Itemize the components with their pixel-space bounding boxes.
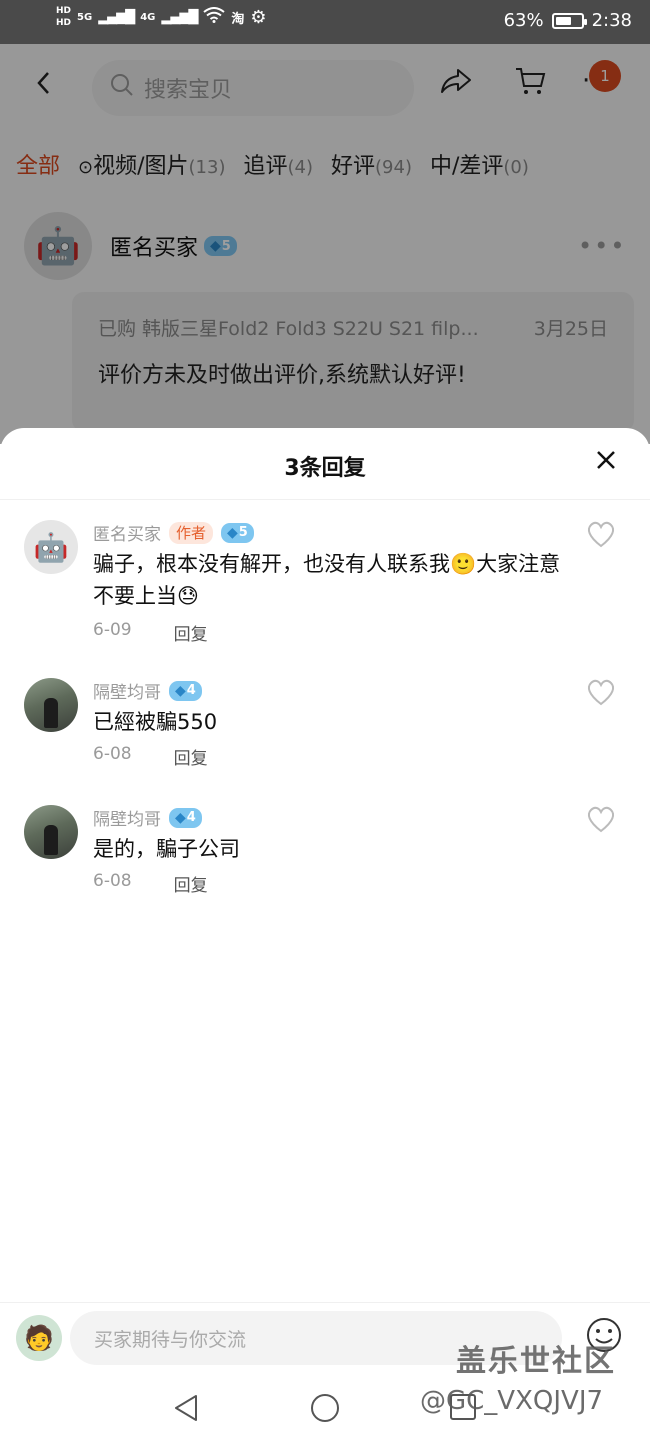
status-bar: HD HD 5G ▂▄▆█ 4G ▂▄▆█ 淘 ⚙ 63% 2:38 bbox=[0, 0, 650, 44]
sheet-title: 3条回复 bbox=[284, 456, 366, 481]
reply-footer: 6-09 回复 bbox=[93, 620, 208, 645]
signal-5g-label: 5G bbox=[77, 11, 93, 23]
battery-fill bbox=[555, 16, 571, 25]
reply-date: 6-08 bbox=[93, 744, 132, 764]
reply-date: 6-09 bbox=[93, 620, 132, 640]
reply-item: 🤖 匿名买家 作者 ◆ 5 骗子，根本没有解开，也没有人联系我🙂大家注意不要上当😓… bbox=[24, 520, 624, 650]
battery-percent: 63% bbox=[503, 10, 544, 31]
like-heart-icon[interactable] bbox=[586, 678, 616, 714]
nav-back-icon[interactable] bbox=[170, 1392, 202, 1424]
signal-bars-icon: ▂▄▆█ bbox=[98, 9, 135, 25]
vip-level-badge: ◆ 4 bbox=[169, 807, 202, 828]
reply-author-name: 隔壁均哥 bbox=[93, 683, 161, 703]
reply-header: 隔壁均哥 ◆ 4 bbox=[93, 678, 202, 703]
user-photo-avatar bbox=[24, 805, 78, 859]
reply-button[interactable]: 回复 bbox=[174, 871, 208, 896]
reply-text: 是的，騙子公司 bbox=[93, 837, 240, 861]
vip-level-number: 4 bbox=[186, 810, 196, 825]
person-silhouette-icon bbox=[44, 698, 58, 728]
reply-footer: 6-08 回复 bbox=[93, 744, 208, 769]
reply-footer: 6-08 回复 bbox=[93, 871, 208, 896]
watermark-handle: @GC_VXQJVJ7 bbox=[420, 1386, 604, 1416]
signal-4g-label: 4G bbox=[140, 11, 156, 23]
hd-label-bottom: HD bbox=[56, 18, 72, 28]
sheet-header: 3条回复 bbox=[0, 428, 650, 500]
reply-header: 隔壁均哥 ◆ 4 bbox=[93, 805, 202, 830]
hd-indicator: HD HD bbox=[56, 6, 71, 28]
vip-level-badge: ◆ 4 bbox=[169, 680, 202, 701]
reply-item: 隔壁均哥 ◆ 4 是的，騙子公司 6-08 回复 bbox=[24, 805, 624, 905]
reply-button[interactable]: 回复 bbox=[174, 744, 208, 769]
taobao-notification-icon: 淘 bbox=[231, 11, 245, 27]
person-silhouette-icon bbox=[44, 825, 58, 855]
signal-bars-icon-2: ▂▄▆█ bbox=[161, 9, 198, 25]
battery-icon bbox=[551, 12, 587, 29]
comment-placeholder: 买家期待与你交流 bbox=[94, 1328, 247, 1351]
reply-author-name: 匿名买家 bbox=[93, 525, 161, 545]
status-icons-left: HD HD 5G ▂▄▆█ 4G ▂▄▆█ 淘 ⚙ bbox=[56, 6, 267, 28]
clock: 2:38 bbox=[591, 10, 632, 31]
diamond-icon: ◆ bbox=[175, 809, 186, 826]
vip-level-badge: ◆ 5 bbox=[221, 522, 254, 543]
vip-level-number: 5 bbox=[238, 525, 248, 540]
status-icons-right: 63% 2:38 bbox=[504, 10, 632, 31]
my-avatar: 🧑 bbox=[16, 1315, 62, 1361]
reply-text: 骗子，根本没有解开，也没有人联系我🙂大家注意不要上当😓 bbox=[93, 552, 561, 608]
reply-author-name: 隔壁均哥 bbox=[93, 810, 161, 830]
reply-button[interactable]: 回复 bbox=[174, 620, 208, 645]
nav-home-icon[interactable] bbox=[311, 1394, 339, 1422]
close-icon[interactable] bbox=[594, 448, 618, 477]
like-heart-icon[interactable] bbox=[586, 805, 616, 841]
reply-header: 匿名买家 作者 ◆ 5 bbox=[93, 520, 254, 545]
reply-item: 隔壁均哥 ◆ 4 已經被騙550 6-08 回复 bbox=[24, 678, 624, 778]
diamond-icon: ◆ bbox=[227, 524, 238, 541]
vip-level-number: 4 bbox=[186, 683, 196, 698]
reply-text: 已經被騙550 bbox=[93, 710, 218, 734]
dim-overlay[interactable] bbox=[0, 44, 650, 444]
wifi-icon bbox=[203, 6, 225, 28]
watermark-title: 盖乐世社区 bbox=[456, 1344, 616, 1379]
replies-sheet: 3条回复 🤖 匿名买家 作者 ◆ 5 骗子，根本没有解开，也没有人联系我🙂大家注意… bbox=[0, 428, 650, 1444]
reply-date: 6-08 bbox=[93, 871, 132, 891]
diamond-icon: ◆ bbox=[175, 682, 186, 699]
author-tag: 作者 bbox=[169, 521, 214, 544]
like-heart-icon[interactable] bbox=[586, 520, 616, 556]
settings-gear-icon: ⚙ bbox=[250, 6, 267, 28]
user-photo-avatar bbox=[24, 678, 78, 732]
robot-avatar-icon: 🤖 bbox=[24, 520, 78, 574]
hd-label-top: HD bbox=[56, 6, 72, 16]
